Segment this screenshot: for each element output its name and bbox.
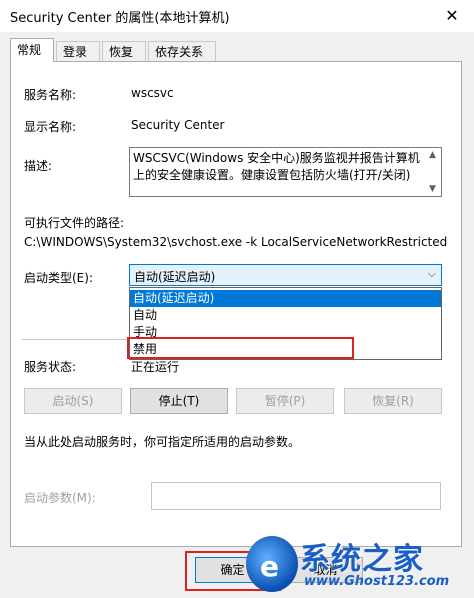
stop-button[interactable]: 停止(T) bbox=[130, 388, 228, 414]
close-icon[interactable]: ✕ bbox=[430, 0, 474, 32]
service-status-label: 服务状态: bbox=[24, 360, 77, 374]
display-name-value: Security Center bbox=[131, 118, 225, 132]
watermark-logo-icon: e bbox=[246, 536, 298, 592]
startup-type-value: 自动(延迟启动) bbox=[134, 270, 216, 284]
option-auto[interactable]: 自动 bbox=[130, 307, 441, 324]
scroll-down-icon[interactable]: ▼ bbox=[429, 184, 436, 194]
description-text: WSCSVC(Windows 安全中心)服务监视并报告计算机上的安全健康设置。健… bbox=[133, 151, 420, 182]
start-params-label: 启动参数(M): bbox=[24, 491, 96, 505]
tab-recovery[interactable]: 恢复 bbox=[102, 41, 146, 61]
tab-logon[interactable]: 登录 bbox=[56, 41, 100, 61]
tab-dependencies[interactable]: 依存关系 bbox=[148, 41, 216, 61]
pause-button[interactable]: 暂停(P) bbox=[236, 388, 334, 414]
start-button[interactable]: 启动(S) bbox=[24, 388, 122, 414]
watermark-url: www.Ghost123.com bbox=[304, 574, 450, 589]
exe-path-label: 可执行文件的路径: bbox=[24, 216, 125, 230]
startup-type-label: 启动类型(E): bbox=[24, 271, 93, 285]
scroll-up-icon[interactable]: ▲ bbox=[429, 150, 436, 160]
resume-button[interactable]: 恢复(R) bbox=[344, 388, 442, 414]
service-name-label: 服务名称: bbox=[24, 88, 77, 102]
service-name-value: wscsvc bbox=[131, 86, 174, 100]
start-params-hint: 当从此处启动服务时，你可指定所适用的启动参数。 bbox=[24, 435, 301, 449]
title-bar: Security Center 的属性(本地计算机) ✕ bbox=[0, 0, 474, 32]
tab-general[interactable]: 常规 bbox=[10, 38, 54, 62]
start-params-input[interactable] bbox=[151, 482, 441, 510]
disabled-option-highlight bbox=[127, 337, 354, 359]
description-scrollbar[interactable]: ▲ ▼ bbox=[426, 148, 441, 196]
service-status-value: 正在运行 bbox=[131, 360, 180, 374]
window-title: Security Center 的属性(本地计算机) bbox=[10, 11, 230, 26]
display-name-label: 显示名称: bbox=[24, 120, 77, 134]
chevron-down-icon[interactable]: ⌵ bbox=[428, 267, 436, 281]
description-field[interactable]: WSCSVC(Windows 安全中心)服务监视并报告计算机上的安全健康设置。健… bbox=[129, 147, 442, 197]
option-auto-delayed[interactable]: 自动(延迟启动) bbox=[130, 290, 441, 307]
watermark: e 系统之家 www.Ghost123.com bbox=[246, 530, 474, 598]
exe-path-value: C:\WINDOWS\System32\svchost.exe -k Local… bbox=[24, 235, 448, 249]
description-label: 描述: bbox=[24, 159, 53, 173]
startup-type-select[interactable]: 自动(延迟启动) ⌵ bbox=[129, 264, 442, 286]
watermark-title: 系统之家 bbox=[300, 542, 424, 577]
